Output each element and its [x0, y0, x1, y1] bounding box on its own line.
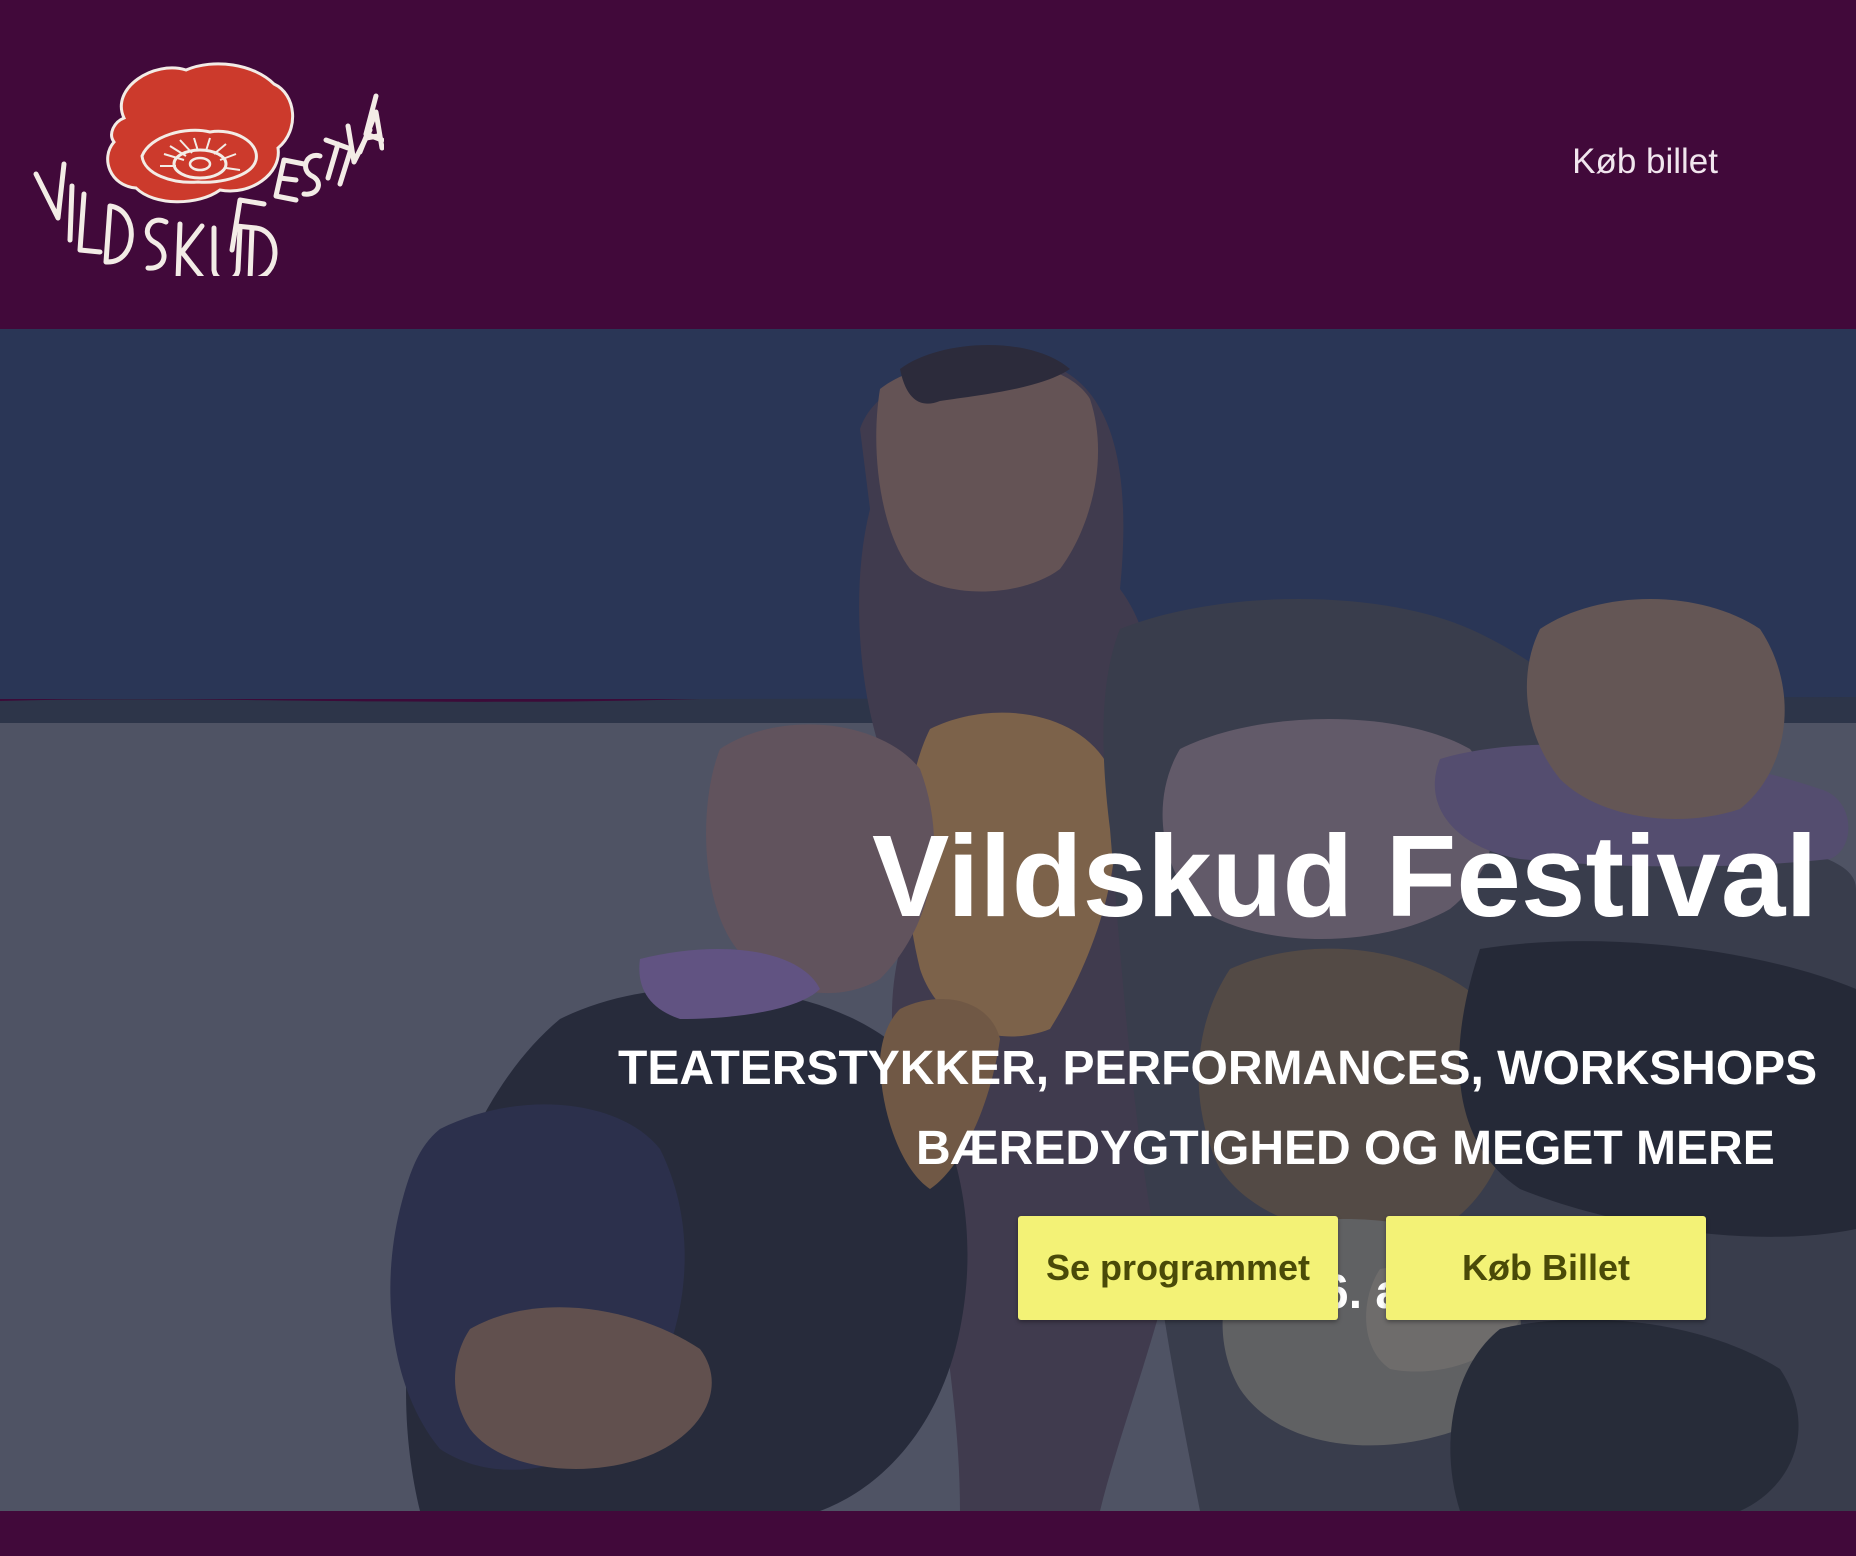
hero-subtitle-line-1: TEATERSTYKKER, PERFORMANCES, WORKSHOPS: [618, 1042, 1818, 1095]
hero-subtitle: TEATERSTYKKER, PERFORMANCES, WORKSHOPS B…: [618, 1029, 1856, 1189]
poppy-flower-icon: [33, 62, 385, 283]
festival-logo[interactable]: [14, 56, 385, 283]
hero-title: Vildskud Festival: [872, 811, 1818, 941]
hero-subtitle-line-2: BÆREDYGTIGHED OG MEGET MERE: [916, 1122, 1775, 1175]
see-program-button[interactable]: Se programmet: [1018, 1216, 1338, 1320]
hero-section: Vildskud Festival TEATERSTYKKER, PERFORM…: [0, 329, 1856, 1511]
nav-buy-ticket-link[interactable]: Køb billet: [1572, 142, 1718, 182]
footer-band: [0, 1511, 1856, 1556]
buy-ticket-button[interactable]: Køb Billet: [1386, 1216, 1706, 1320]
site-header: Køb billet: [0, 0, 1856, 329]
